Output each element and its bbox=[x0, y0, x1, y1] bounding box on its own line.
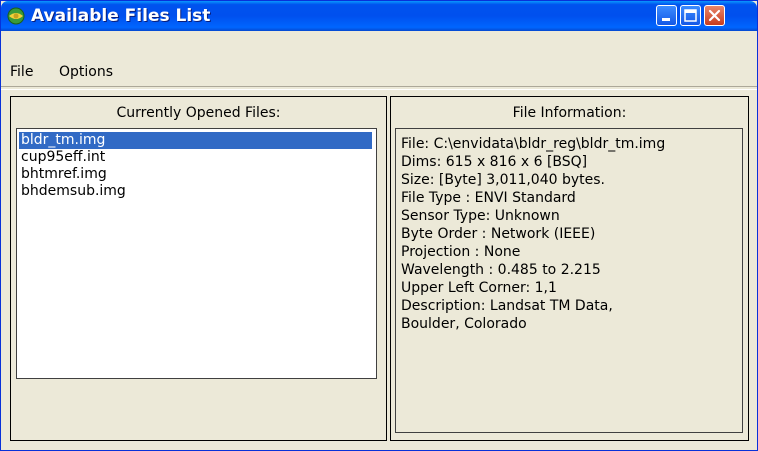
close-icon bbox=[708, 9, 721, 22]
info-description-cont: Boulder, Colorado bbox=[401, 316, 527, 332]
menu-separator bbox=[1, 86, 757, 90]
window-title: Available Files List bbox=[31, 6, 211, 26]
list-item[interactable]: bhdemsub.img bbox=[19, 183, 126, 200]
info-dims: Dims: 615 x 816 x 6 [BSQ] bbox=[401, 154, 588, 170]
info-size: Size: [Byte] 3,011,040 bytes. bbox=[401, 172, 605, 188]
menu-options[interactable]: Options bbox=[53, 61, 119, 83]
info-sensor-type: Sensor Type: Unknown bbox=[401, 208, 560, 224]
title-bar[interactable]: Available Files List bbox=[1, 1, 757, 31]
opened-files-list[interactable]: bldr_tm.img cup95eff.int bhtmref.img bhd… bbox=[16, 128, 377, 379]
close-button[interactable] bbox=[704, 5, 725, 26]
maximize-button[interactable] bbox=[680, 5, 701, 26]
list-item[interactable]: bhtmref.img bbox=[19, 166, 107, 183]
list-item[interactable]: bldr_tm.img bbox=[19, 132, 372, 149]
file-info-title: File Information: bbox=[512, 105, 627, 121]
menu-file[interactable]: File bbox=[4, 61, 39, 83]
info-description: Description: Landsat TM Data, bbox=[401, 298, 613, 314]
list-item[interactable]: cup95eff.int bbox=[19, 149, 105, 166]
info-byte-order: Byte Order : Network (IEEE) bbox=[401, 226, 596, 242]
minimize-button[interactable] bbox=[656, 5, 677, 26]
minimize-icon bbox=[662, 18, 670, 21]
globe-icon bbox=[7, 7, 25, 25]
info-file-type: File Type : ENVI Standard bbox=[401, 190, 576, 206]
file-info-text[interactable]: File: C:\envidata\bldr_reg\bldr_tm.img D… bbox=[395, 128, 743, 433]
info-file-path: File: C:\envidata\bldr_reg\bldr_tm.img bbox=[401, 136, 666, 152]
available-files-window: Available Files List File Options Curren… bbox=[0, 0, 758, 451]
info-upper-left-corner: Upper Left Corner: 1,1 bbox=[401, 280, 557, 296]
maximize-icon bbox=[684, 9, 697, 22]
opened-files-title: Currently Opened Files: bbox=[116, 105, 281, 121]
info-projection: Projection : None bbox=[401, 244, 521, 260]
info-wavelength: Wavelength : 0.485 to 2.215 bbox=[401, 262, 601, 278]
